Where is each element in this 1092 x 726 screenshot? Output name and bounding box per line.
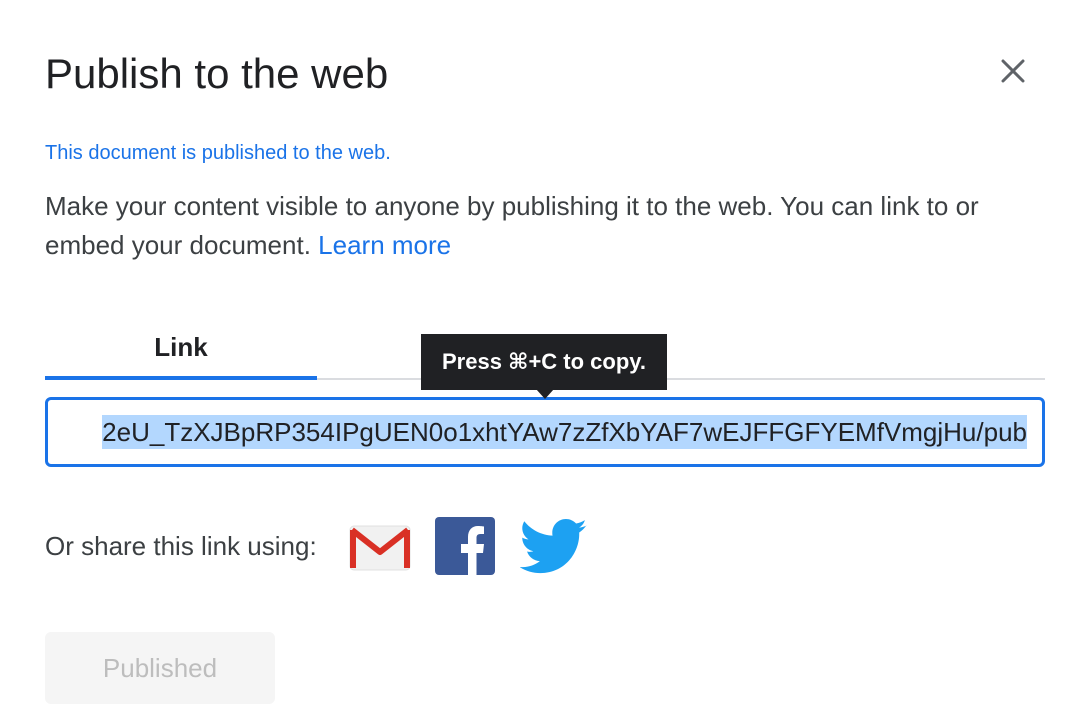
twitter-icon [519, 518, 587, 574]
share-label: Or share this link using: [45, 531, 317, 561]
learn-more-link[interactable]: Learn more [318, 230, 451, 260]
tab-link-label: Link [154, 332, 208, 362]
publish-dialog: Publish to the web This document is publ… [0, 0, 1092, 726]
facebook-icon [435, 517, 495, 575]
gmail-icon [349, 525, 411, 571]
close-icon [1001, 59, 1025, 83]
dialog-title: Publish to the web [45, 50, 389, 97]
tab-link[interactable]: Link [45, 329, 317, 380]
description-body: Make your content visible to anyone by p… [45, 191, 979, 260]
twitter-share-button[interactable] [519, 518, 588, 576]
tab-active-indicator [45, 376, 317, 380]
published-link-input[interactable]: 2eU_TzXJBpRP354IPgUEN0o1xhtYAw7zZfXbYAF7… [45, 397, 1045, 467]
published-button: Published [45, 632, 275, 704]
gmail-share-button[interactable] [348, 516, 412, 576]
description-text: Make your content visible to anyone by p… [45, 187, 1045, 265]
copy-tooltip: Press ⌘+C to copy. [421, 334, 667, 390]
published-status-text: This document is published to the web. [45, 142, 391, 164]
published-link-text: 2eU_TzXJBpRP354IPgUEN0o1xhtYAw7zZfXbYAF7… [102, 415, 1027, 449]
tooltip-arrow [536, 389, 554, 399]
facebook-share-button[interactable] [435, 515, 495, 577]
close-button[interactable] [993, 51, 1033, 91]
